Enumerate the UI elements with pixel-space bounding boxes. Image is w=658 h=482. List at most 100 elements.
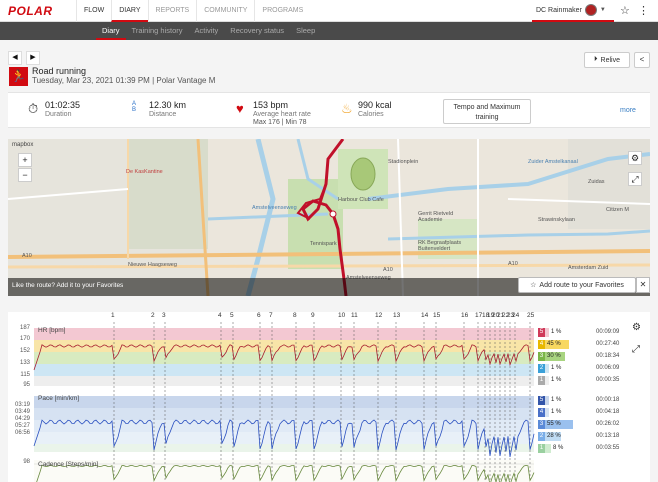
pace-zone-4: 4 1 % [538, 408, 561, 417]
sport-name: Road running [32, 66, 87, 76]
pace-tick: 05:27 [14, 423, 30, 429]
close-icon[interactable]: ✕ [636, 277, 650, 293]
pace-zone-5-band [34, 396, 534, 408]
lap-label[interactable]: 9 [311, 312, 315, 319]
lap-label[interactable]: 6 [257, 312, 261, 319]
lap-label[interactable]: 4 [218, 312, 222, 319]
hr-zone-5-band [34, 328, 534, 340]
lap-label[interactable]: 11 [351, 312, 358, 319]
user-name: DC Rainmaker [536, 6, 582, 14]
lap-label[interactable]: 3 [162, 312, 166, 319]
lap-label[interactable]: 16 [461, 312, 468, 319]
settings-icon[interactable]: ⋮ [638, 4, 649, 17]
summary-stats: ⏱ 01:02:35 Duration A B 12.30 km Distanc… [8, 92, 650, 128]
add-route-favorites-button[interactable]: ☆ Add route to your Favorites [518, 277, 636, 293]
hr-tick: 170 [19, 336, 30, 342]
more-link[interactable]: more [620, 107, 636, 114]
zoom-out-button[interactable]: − [18, 168, 32, 182]
map-label-kanaal: Zuider Amstelkanaal [528, 159, 578, 165]
hr-value: 153 bpm [253, 100, 289, 110]
pace-zone-2-time: 00:13:18 [596, 433, 620, 439]
hr-zone-3-band [34, 352, 534, 364]
lap-label[interactable]: 12 [375, 312, 382, 319]
zone-number: 2 [538, 432, 545, 441]
add-route-label: Add route to your Favorites [539, 281, 624, 289]
user-menu[interactable]: DC Rainmaker ▼ [532, 0, 614, 22]
zoom-in-button[interactable]: + [18, 153, 32, 167]
pace-tick: 06:56 [14, 430, 30, 436]
duration-label: Duration [45, 111, 72, 118]
map-label-schinkel: Amstelveenseweg [252, 205, 297, 211]
zone-number: 5 [538, 396, 545, 405]
map-label-kaskantine: De KasKantine [126, 169, 163, 175]
hr-zone-4-band [34, 340, 534, 352]
share-icon: < [639, 55, 645, 64]
hr-zone-2-time: 00:06:09 [596, 365, 620, 371]
duration-value: 01:02:35 [45, 100, 81, 110]
hr-label: Average heart rate [253, 111, 311, 118]
nav-diary[interactable]: DIARY [111, 0, 148, 22]
hr-tick: 187 [19, 325, 30, 331]
zone-percent: 1 % [551, 409, 562, 415]
hr-zone-1: 1 1 % [538, 376, 561, 385]
zone-percent: 1 % [551, 397, 562, 403]
zone-number: 4 [538, 408, 545, 417]
chart-settings-icon[interactable]: ⚙ [632, 322, 641, 333]
lap-label[interactable]: 25 [527, 312, 534, 319]
add-favorites-link[interactable]: Add it to your Favorites [56, 282, 123, 289]
hr-zone-2-band [34, 364, 534, 376]
lap-label[interactable]: 24 [512, 312, 519, 319]
subnav-sleep[interactable]: Sleep [290, 22, 321, 40]
map-label-zuidas: Zuidas [588, 179, 605, 185]
pace-zone-2-band [34, 432, 534, 444]
lap-label[interactable]: 10 [338, 312, 345, 319]
fullscreen-icon[interactable]: ⤢ [628, 172, 642, 186]
zone-percent: 30 % [545, 352, 565, 361]
hr-tick: 133 [19, 360, 30, 366]
subnav-diary[interactable]: Diary [96, 22, 126, 40]
lap-label[interactable]: 5 [230, 312, 234, 319]
pace-tick: 03:49 [14, 409, 30, 415]
nav-programs[interactable]: PROGRAMS [254, 0, 310, 22]
hr-zone-1-band [34, 376, 534, 386]
lap-label[interactable]: 14 [421, 312, 428, 319]
zone-number: 3 [538, 420, 545, 429]
pace-zone-1-time: 00:03:55 [596, 445, 620, 451]
lap-label[interactable]: 7 [269, 312, 273, 319]
zone-percent: 28 % [545, 432, 561, 441]
pace-zone-1-band [34, 444, 534, 452]
hr-tick: 152 [19, 348, 30, 354]
subnav-training-history[interactable]: Training history [126, 22, 189, 40]
polar-logo[interactable]: POLAR [8, 4, 53, 18]
map-label-a10-2: A10 [383, 267, 393, 273]
relive-button[interactable]: ⏵ Relive [584, 52, 630, 68]
nav-flow[interactable]: FLOW [76, 0, 111, 22]
map-label-stadionplein: Stadionplein [388, 159, 419, 165]
star-icon[interactable]: ☆ [620, 4, 630, 17]
chart-fullscreen-icon[interactable]: ⤢ [632, 344, 640, 355]
zone-number: 1 [538, 376, 545, 385]
nav-community[interactable]: COMMUNITY [196, 0, 254, 22]
zone-number: 5 [538, 328, 545, 337]
route-map[interactable]: mapbox De KasKantine Nieuwe Haagseweg Ha… [8, 139, 650, 296]
calories-label: Calories [358, 111, 384, 118]
lap-label[interactable]: 1 [111, 312, 115, 319]
next-session-button[interactable]: ▶ [26, 51, 40, 65]
lap-label[interactable]: 15 [433, 312, 440, 319]
lap-label[interactable]: 2 [151, 312, 155, 319]
nav-reports[interactable]: REPORTS [147, 0, 197, 22]
session-charts[interactable]: 1 2 3 4 5 6 7 8 9 10 11 12 13 14 15 16 17 18 19 20 21 22 23 24 2… [8, 312, 650, 482]
previous-session-button[interactable]: ◀ [8, 51, 22, 65]
map-label-a10-1: A10 [22, 253, 32, 259]
hr-zone-1-time: 00:00:35 [596, 377, 620, 383]
lap-label[interactable]: 8 [293, 312, 297, 319]
training-benefit-button[interactable]: Tempo and Maximum training [443, 99, 531, 124]
subnav-activity[interactable]: Activity [189, 22, 225, 40]
chevron-down-icon: ▼ [599, 7, 606, 13]
share-button[interactable]: < [634, 52, 650, 68]
subnav-recovery-status[interactable]: Recovery status [224, 22, 290, 40]
pace-chart-title: Pace [min/km] [38, 395, 80, 402]
map-layers-icon[interactable]: ⚙ [628, 151, 642, 165]
map-label-harbour: Harbour Club Cafe [338, 197, 384, 203]
lap-label[interactable]: 13 [393, 312, 400, 319]
